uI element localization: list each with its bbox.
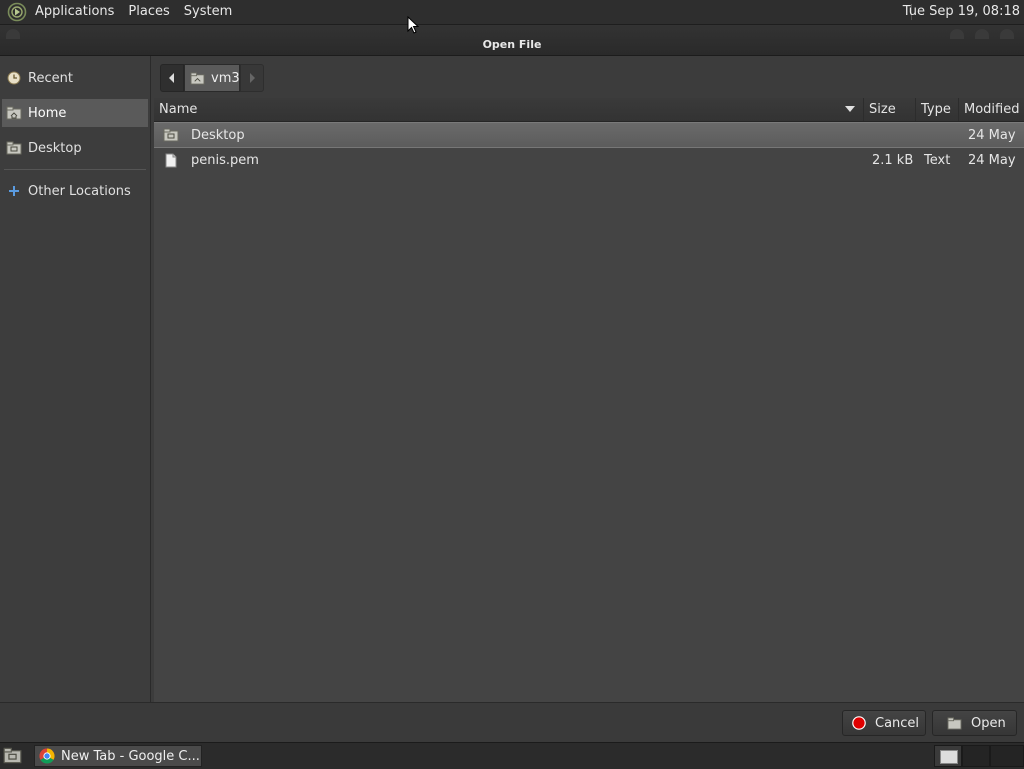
chevron-left-icon <box>169 73 174 83</box>
chevron-right-icon <box>250 73 255 83</box>
column-modified-label: Modified <box>964 102 1020 117</box>
folder-icon <box>163 128 179 142</box>
column-type[interactable]: Type <box>916 98 959 121</box>
chrome-icon <box>39 748 55 764</box>
clock[interactable]: Tue Sep 19, 08:18 <box>903 0 1020 24</box>
open-file-dialog: Open File Recent Home Desktop Other Loca… <box>0 25 1024 743</box>
workspace-1[interactable] <box>934 745 962 767</box>
path-bar: vm3 <box>154 56 1024 98</box>
file-size: 2.1 kB <box>872 153 914 168</box>
file-icon <box>165 153 177 168</box>
path-forward-button[interactable] <box>240 64 264 92</box>
taskbar-window-chrome[interactable]: New Tab - Google C... <box>34 745 202 767</box>
file-type: Text <box>924 153 951 168</box>
workspace-2[interactable] <box>962 745 990 767</box>
path-crumb-vm3[interactable]: vm3 <box>184 64 240 92</box>
distro-logo-icon[interactable] <box>6 1 28 23</box>
home-folder-icon <box>6 105 22 121</box>
sidebar-item-label: Home <box>28 105 67 121</box>
column-type-label: Type <box>921 102 951 117</box>
sidebar-item-label: Recent <box>28 70 73 86</box>
open-button[interactable]: Open <box>932 710 1017 736</box>
sort-down-icon <box>845 106 855 112</box>
dialog-button-bar: Cancel Open <box>0 702 1024 743</box>
taskbar-window-label: New Tab - Google C... <box>61 748 200 764</box>
file-modified: 24 May <box>968 128 1016 143</box>
column-header: Name Size Type Modified <box>154 98 1024 122</box>
path-back-button[interactable] <box>160 64 184 92</box>
file-row-pem[interactable]: penis.pem 2.1 kB Text 24 May <box>154 148 1024 174</box>
cancel-button[interactable]: Cancel <box>842 710 926 736</box>
file-modified: 24 May <box>968 153 1016 168</box>
sidebar-separator <box>4 169 146 170</box>
desktop-folder-icon <box>6 140 22 156</box>
places-sidebar: Recent Home Desktop Other Locations <box>0 56 151 702</box>
file-name: Desktop <box>191 128 245 143</box>
sidebar-item-home[interactable]: Home <box>2 99 148 127</box>
plus-icon <box>6 183 22 199</box>
column-modified[interactable]: Modified <box>959 98 1024 121</box>
open-folder-icon <box>947 716 962 730</box>
sidebar-item-label: Other Locations <box>28 183 131 199</box>
menu-system[interactable]: System <box>177 0 239 24</box>
taskbar: New Tab - Google C... <box>0 742 1024 769</box>
show-desktop-icon[interactable] <box>3 747 22 764</box>
sidebar-item-other-locations[interactable]: Other Locations <box>2 177 148 205</box>
file-row-desktop[interactable]: Desktop 24 May <box>154 122 1024 148</box>
path-crumb-label: vm3 <box>211 70 240 86</box>
column-size-label: Size <box>869 102 896 117</box>
file-browser: vm3 Name Size Type Modified Desktop 24 M… <box>154 56 1024 702</box>
menu-places[interactable]: Places <box>121 0 176 24</box>
cancel-label: Cancel <box>875 715 920 731</box>
workspace-3[interactable] <box>990 745 1024 767</box>
column-size[interactable]: Size <box>864 98 916 121</box>
column-name[interactable]: Name <box>154 98 864 121</box>
mouse-cursor-icon <box>407 16 419 34</box>
recent-clock-icon <box>6 70 22 86</box>
sidebar-item-label: Desktop <box>28 140 82 156</box>
file-name: penis.pem <box>191 153 259 168</box>
dialog-title: Open File <box>482 38 542 51</box>
open-label: Open <box>971 715 1006 731</box>
column-name-label: Name <box>159 102 198 117</box>
dialog-titlebar[interactable]: Open File <box>0 25 1024 56</box>
top-panel: Applications Places System Tue Sep 19, 0… <box>0 0 1024 25</box>
sidebar-item-desktop[interactable]: Desktop <box>2 134 148 162</box>
cancel-icon <box>852 716 866 730</box>
home-folder-icon <box>190 71 205 85</box>
menu-applications[interactable]: Applications <box>28 0 121 24</box>
sidebar-item-recent[interactable]: Recent <box>2 64 148 92</box>
